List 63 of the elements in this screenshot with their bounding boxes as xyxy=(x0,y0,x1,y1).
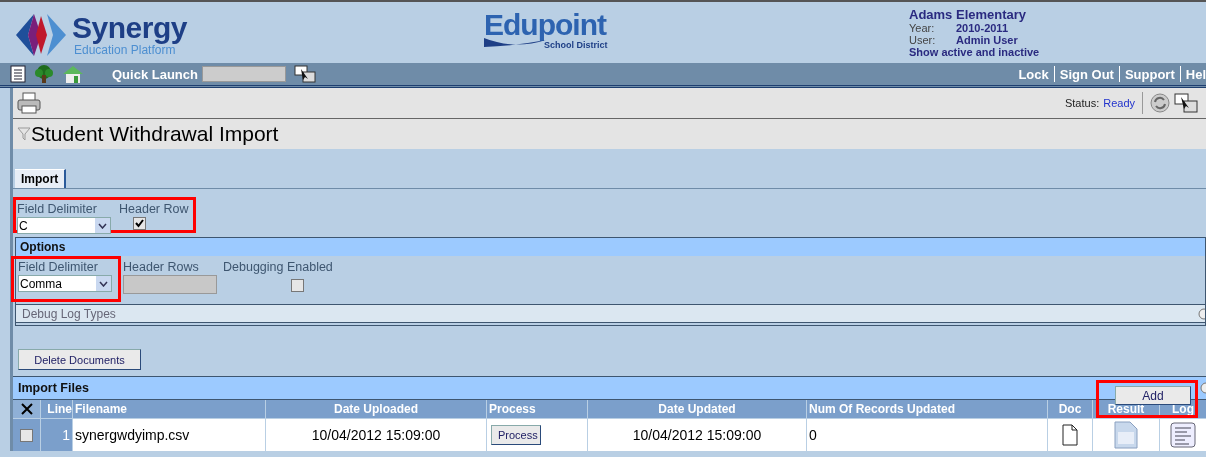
column-header[interactable]: Process xyxy=(487,400,587,418)
table-cell: 10/04/2012 15:09:00 xyxy=(588,419,806,451)
column-header[interactable]: Filename xyxy=(73,400,265,418)
column-header[interactable]: Num Of Records Updated xyxy=(807,400,1047,418)
district-logo-text: Edupoint xyxy=(484,10,608,40)
field-label: Debugging Enabled xyxy=(223,260,333,274)
year-label: Year: xyxy=(909,22,936,34)
brand-name: Synergy xyxy=(72,13,187,43)
user-value: Admin User xyxy=(956,34,1018,46)
document-icon[interactable] xyxy=(1062,424,1078,446)
page-title: Student Withdrawal Import xyxy=(31,122,279,146)
column-header[interactable]: Line xyxy=(41,400,72,418)
brand-tagline: Education Platform xyxy=(74,43,176,57)
caret-icon[interactable] xyxy=(98,222,107,229)
column-header[interactable]: Date Updated xyxy=(588,400,806,418)
table-cell: synergwdyimp.csv xyxy=(73,419,265,451)
user-label: User: xyxy=(909,34,937,46)
document-icon[interactable] xyxy=(10,65,26,83)
filter-link[interactable]: Show active and inactive xyxy=(909,46,1040,58)
nav-link[interactable]: Hel xyxy=(1185,66,1206,82)
field-label: Header Row xyxy=(119,202,189,216)
nav-link[interactable]: Lock xyxy=(1018,66,1049,82)
x-icon[interactable] xyxy=(19,402,34,416)
process-button[interactable]: Process xyxy=(491,425,541,445)
cursor-window-icon[interactable] xyxy=(293,65,316,83)
delimiter-dropdown[interactable]: C xyxy=(17,217,111,234)
collapse-icon[interactable] xyxy=(1198,382,1206,394)
table-cell: 0 xyxy=(807,419,1047,451)
debugging-checkbox[interactable] xyxy=(291,279,304,292)
collapsible-section-bar[interactable]: Debug Log Types xyxy=(16,304,1205,323)
add-button[interactable]: Add xyxy=(1115,386,1191,405)
delete-column-header[interactable] xyxy=(13,400,40,418)
nav-link[interactable]: Sign Out xyxy=(1059,66,1114,82)
caret-icon[interactable] xyxy=(99,280,108,287)
section-title: Import Files xyxy=(18,381,89,395)
refresh-icon[interactable] xyxy=(1150,93,1170,113)
tab[interactable]: Import xyxy=(15,169,67,188)
district-subtitle: School District xyxy=(544,40,608,50)
year-value: 2010-2011 xyxy=(956,22,1008,34)
status-label: Status: xyxy=(1064,97,1100,109)
field-label: Field Delimiter xyxy=(18,260,99,274)
table-cell: 10/04/2012 15:09:00 xyxy=(266,419,486,451)
section-title: Options xyxy=(20,240,66,254)
cursor-window-icon[interactable] xyxy=(1174,93,1198,113)
log-icon[interactable] xyxy=(1170,422,1196,448)
table-cell: 1 xyxy=(41,419,72,451)
row-checkbox[interactable] xyxy=(20,428,33,442)
delete-documents-button[interactable]: Delete Documents xyxy=(18,349,141,370)
printer-icon[interactable] xyxy=(17,92,41,114)
diamond-logo-icon xyxy=(14,12,68,58)
field-label: Header Rows xyxy=(123,260,200,274)
header-row-checkbox[interactable] xyxy=(133,217,146,230)
column-header[interactable]: Doc xyxy=(1048,400,1092,418)
school-name: Adams Elementary xyxy=(909,7,1028,22)
home-icon[interactable] xyxy=(62,65,84,83)
nav-link[interactable]: Support xyxy=(1124,66,1175,82)
field-label: Field Delimiter xyxy=(17,202,98,216)
tree-icon[interactable] xyxy=(34,65,54,83)
quick-launch-field[interactable] xyxy=(201,66,286,82)
column-header[interactable]: Date Uploaded xyxy=(266,400,486,418)
delimiter-dropdown[interactable]: Comma xyxy=(18,275,112,292)
status-value: Ready xyxy=(1103,97,1135,109)
quick-launch-label: Quick Launch xyxy=(112,66,198,82)
